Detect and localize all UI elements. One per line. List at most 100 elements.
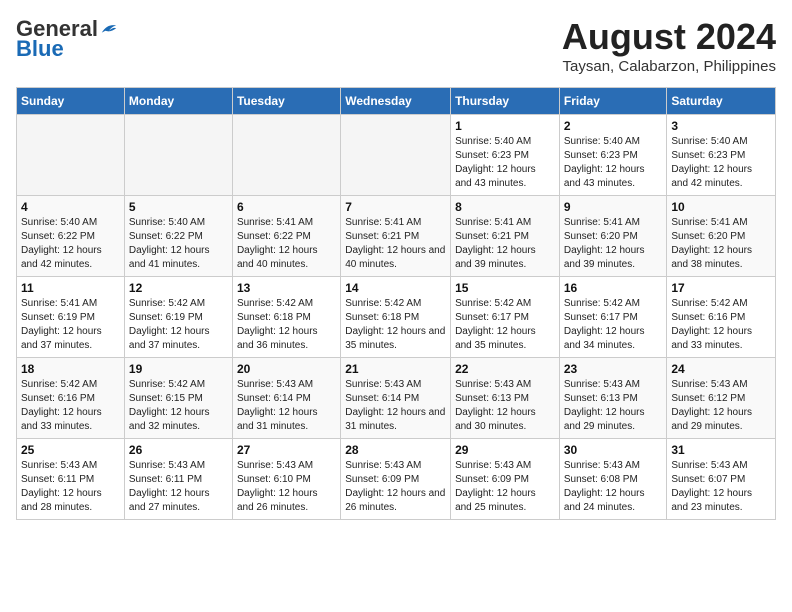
calendar-cell: 9 Sunrise: 5:41 AMSunset: 6:20 PMDaylight… (559, 196, 667, 277)
day-info: Sunrise: 5:42 AMSunset: 6:16 PMDaylight:… (21, 378, 120, 434)
day-info: Sunrise: 5:41 AMSunset: 6:21 PMDaylight:… (455, 216, 555, 272)
day-number: 17 (671, 281, 771, 295)
calendar-cell: 31Sunrise: 5:43 AMSunset: 6:07 PMDayligh… (667, 439, 776, 520)
month-year-title: August 2024 (562, 16, 776, 58)
week-row-5: 25 Sunrise: 5:43 AMSunset: 6:11 PMDayligh… (17, 439, 776, 520)
col-header-friday: Friday (559, 88, 667, 115)
calendar-cell: 2 Sunrise: 5:40 AMSunset: 6:23 PMDaylight… (559, 115, 667, 196)
day-info: Sunrise: 5:42 AMSunset: 6:18 PMDaylight:… (237, 297, 336, 353)
calendar-cell: 16Sunrise: 5:42 AMSunset: 6:17 PMDayligh… (559, 277, 667, 358)
calendar-cell: 17 Sunrise: 5:42 AMSunset: 6:16 PMDayligh… (667, 277, 776, 358)
calendar-cell (124, 115, 232, 196)
day-info: Sunrise: 5:43 AMSunset: 6:13 PMDaylight:… (564, 378, 663, 434)
day-info: Sunrise: 5:43 AMSunset: 6:14 PMDaylight:… (345, 378, 446, 434)
day-info: Sunrise: 5:40 AMSunset: 6:23 PMDaylight:… (671, 135, 771, 191)
location-subtitle: Taysan, Calabarzon, Philippines (562, 58, 776, 75)
calendar-cell: 1 Sunrise: 5:40 AMSunset: 6:23 PMDaylight… (451, 115, 560, 196)
logo-blue: Blue (16, 36, 64, 62)
calendar-cell: 25 Sunrise: 5:43 AMSunset: 6:11 PMDayligh… (17, 439, 125, 520)
calendar-cell (17, 115, 125, 196)
day-number: 14 (345, 281, 446, 295)
day-number: 24 (671, 362, 771, 376)
calendar-cell: 18 Sunrise: 5:42 AMSunset: 6:16 PMDayligh… (17, 358, 125, 439)
day-info: Sunrise: 5:43 AMSunset: 6:09 PMDaylight:… (345, 459, 446, 515)
day-number: 18 (21, 362, 120, 376)
day-info: Sunrise: 5:43 AMSunset: 6:13 PMDaylight:… (455, 378, 555, 434)
day-number: 1 (455, 119, 555, 133)
day-info: Sunrise: 5:43 AMSunset: 6:14 PMDaylight:… (237, 378, 336, 434)
day-number: 25 (21, 443, 120, 457)
calendar-cell: 12 Sunrise: 5:42 AMSunset: 6:19 PMDayligh… (124, 277, 232, 358)
day-number: 12 (129, 281, 228, 295)
calendar-cell (341, 115, 451, 196)
col-header-tuesday: Tuesday (232, 88, 340, 115)
day-number: 2 (564, 119, 663, 133)
day-info: Sunrise: 5:41 AMSunset: 6:22 PMDaylight:… (237, 216, 336, 272)
day-info: Sunrise: 5:43 AMSunset: 6:10 PMDaylight:… (237, 459, 336, 515)
day-number: 26 (129, 443, 228, 457)
calendar-cell: 6 Sunrise: 5:41 AMSunset: 6:22 PMDaylight… (232, 196, 340, 277)
week-row-1: 1 Sunrise: 5:40 AMSunset: 6:23 PMDaylight… (17, 115, 776, 196)
day-number: 13 (237, 281, 336, 295)
day-number: 20 (237, 362, 336, 376)
calendar-cell: 8 Sunrise: 5:41 AMSunset: 6:21 PMDaylight… (451, 196, 560, 277)
day-info: Sunrise: 5:40 AMSunset: 6:23 PMDaylight:… (455, 135, 555, 191)
calendar-cell: 29Sunrise: 5:43 AMSunset: 6:09 PMDayligh… (451, 439, 560, 520)
calendar-cell: 20 Sunrise: 5:43 AMSunset: 6:14 PMDayligh… (232, 358, 340, 439)
col-header-sunday: Sunday (17, 88, 125, 115)
day-info: Sunrise: 5:40 AMSunset: 6:22 PMDaylight:… (21, 216, 120, 272)
day-info: Sunrise: 5:42 AMSunset: 6:18 PMDaylight:… (345, 297, 446, 353)
calendar-cell (232, 115, 340, 196)
week-row-3: 11Sunrise: 5:41 AMSunset: 6:19 PMDayligh… (17, 277, 776, 358)
title-block: August 2024 Taysan, Calabarzon, Philippi… (562, 16, 776, 75)
calendar-cell: 30Sunrise: 5:43 AMSunset: 6:08 PMDayligh… (559, 439, 667, 520)
calendar-cell: 21Sunrise: 5:43 AMSunset: 6:14 PMDayligh… (341, 358, 451, 439)
day-number: 29 (455, 443, 555, 457)
day-number: 10 (671, 200, 771, 214)
day-info: Sunrise: 5:42 AMSunset: 6:17 PMDaylight:… (455, 297, 555, 353)
day-number: 6 (237, 200, 336, 214)
day-number: 3 (671, 119, 771, 133)
day-info: Sunrise: 5:40 AMSunset: 6:23 PMDaylight:… (564, 135, 663, 191)
day-info: Sunrise: 5:41 AMSunset: 6:20 PMDaylight:… (564, 216, 663, 272)
calendar-cell: 11Sunrise: 5:41 AMSunset: 6:19 PMDayligh… (17, 277, 125, 358)
col-header-wednesday: Wednesday (341, 88, 451, 115)
col-header-thursday: Thursday (451, 88, 560, 115)
day-number: 11 (21, 281, 120, 295)
day-info: Sunrise: 5:42 AMSunset: 6:17 PMDaylight:… (564, 297, 663, 353)
day-info: Sunrise: 5:43 AMSunset: 6:07 PMDaylight:… (671, 459, 771, 515)
day-info: Sunrise: 5:42 AMSunset: 6:19 PMDaylight:… (129, 297, 228, 353)
day-info: Sunrise: 5:41 AMSunset: 6:21 PMDaylight:… (345, 216, 446, 272)
day-number: 28 (345, 443, 446, 457)
day-info: Sunrise: 5:43 AMSunset: 6:11 PMDaylight:… (129, 459, 228, 515)
day-number: 8 (455, 200, 555, 214)
day-number: 15 (455, 281, 555, 295)
week-row-2: 4 Sunrise: 5:40 AMSunset: 6:22 PMDaylight… (17, 196, 776, 277)
day-number: 19 (129, 362, 228, 376)
day-info: Sunrise: 5:41 AMSunset: 6:20 PMDaylight:… (671, 216, 771, 272)
day-info: Sunrise: 5:42 AMSunset: 6:16 PMDaylight:… (671, 297, 771, 353)
calendar-cell: 27Sunrise: 5:43 AMSunset: 6:10 PMDayligh… (232, 439, 340, 520)
calendar-cell: 10 Sunrise: 5:41 AMSunset: 6:20 PMDayligh… (667, 196, 776, 277)
day-number: 7 (345, 200, 446, 214)
day-number: 22 (455, 362, 555, 376)
page-header: General Blue August 2024 Taysan, Calabar… (16, 16, 776, 75)
day-info: Sunrise: 5:43 AMSunset: 6:11 PMDaylight:… (21, 459, 120, 515)
calendar-table: SundayMondayTuesdayWednesdayThursdayFrid… (16, 87, 776, 520)
calendar-cell: 5Sunrise: 5:40 AMSunset: 6:22 PMDaylight… (124, 196, 232, 277)
calendar-cell: 28 Sunrise: 5:43 AMSunset: 6:09 PMDayligh… (341, 439, 451, 520)
calendar-cell: 22 Sunrise: 5:43 AMSunset: 6:13 PMDayligh… (451, 358, 560, 439)
day-number: 9 (564, 200, 663, 214)
logo-bird-icon (100, 20, 118, 38)
calendar-cell: 19Sunrise: 5:42 AMSunset: 6:15 PMDayligh… (124, 358, 232, 439)
calendar-cell: 3 Sunrise: 5:40 AMSunset: 6:23 PMDaylight… (667, 115, 776, 196)
day-info: Sunrise: 5:43 AMSunset: 6:12 PMDaylight:… (671, 378, 771, 434)
col-header-monday: Monday (124, 88, 232, 115)
day-number: 23 (564, 362, 663, 376)
calendar-cell: 24 Sunrise: 5:43 AMSunset: 6:12 PMDayligh… (667, 358, 776, 439)
col-header-saturday: Saturday (667, 88, 776, 115)
calendar-cell: 7 Sunrise: 5:41 AMSunset: 6:21 PMDaylight… (341, 196, 451, 277)
calendar-cell: 13 Sunrise: 5:42 AMSunset: 6:18 PMDayligh… (232, 277, 340, 358)
day-number: 4 (21, 200, 120, 214)
calendar-cell: 15 Sunrise: 5:42 AMSunset: 6:17 PMDayligh… (451, 277, 560, 358)
